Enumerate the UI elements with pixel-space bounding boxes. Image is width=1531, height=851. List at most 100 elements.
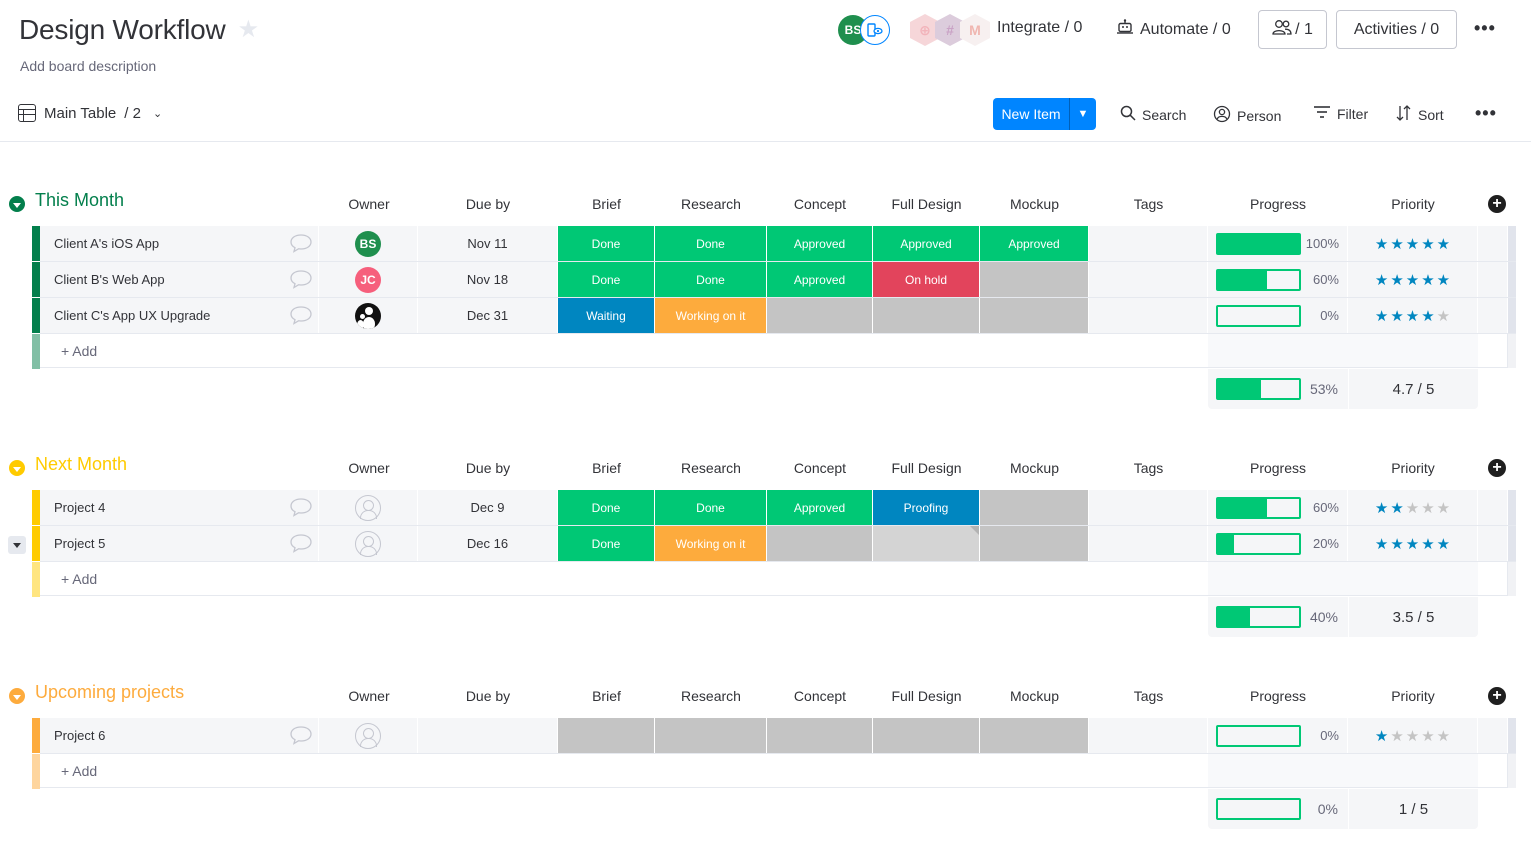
empty-person-icon[interactable] — [355, 494, 381, 521]
star-filled-icon[interactable]: ★ — [1437, 271, 1450, 289]
due-date-cell[interactable] — [418, 718, 558, 753]
item-name[interactable]: Project 5 — [54, 536, 105, 551]
empty-person-icon[interactable] — [355, 530, 381, 557]
item-name[interactable]: Client B's Web App — [54, 272, 165, 287]
comment-bubble-icon[interactable] — [289, 269, 313, 289]
status-brief[interactable]: Waiting — [558, 298, 655, 333]
comment-bubble-icon[interactable] — [289, 533, 313, 553]
group-collapse-toggle-icon[interactable] — [9, 196, 25, 212]
new-item-button[interactable]: New Item — [993, 98, 1070, 130]
board-title[interactable]: Design Workflow ★ — [19, 14, 259, 46]
column-header-brief[interactable]: Brief — [558, 688, 655, 704]
table-row[interactable]: Project 5 Dec 16 Done Working on it 20% ★ ★ ★ ★ ★ — [32, 526, 1516, 562]
search-button[interactable]: Search — [1120, 105, 1186, 124]
column-header-fulldesign[interactable]: Full Design — [873, 688, 980, 704]
column-header-mockup[interactable]: Mockup — [980, 688, 1089, 704]
status-mockup[interactable] — [980, 262, 1089, 297]
rating-stars[interactable]: ★ ★ ★ ★ ★ — [1375, 235, 1450, 253]
toolbar-more-menu-icon[interactable]: ••• — [1475, 103, 1497, 124]
sort-button[interactable]: Sort — [1396, 105, 1444, 124]
status-fulldesign[interactable]: Approved — [873, 226, 980, 261]
comment-bubble-icon[interactable] — [289, 305, 313, 325]
item-name-cell[interactable]: Project 5 — [40, 526, 319, 561]
comment-bubble-icon[interactable] — [289, 725, 313, 745]
tags-cell[interactable] — [1089, 226, 1208, 261]
owner-cell[interactable] — [319, 298, 418, 333]
board-description[interactable]: Add board description — [20, 58, 156, 74]
status-mockup[interactable]: Approved — [980, 226, 1089, 261]
owner-cell[interactable] — [319, 526, 418, 561]
priority-rating[interactable]: ★ ★ ★ ★ ★ — [1348, 526, 1478, 561]
status-research[interactable]: Working on it — [655, 526, 767, 561]
table-row[interactable]: Project 4 Dec 9 Done Done Approved Proofing 60… — [32, 490, 1516, 526]
group-title[interactable]: Next Month — [35, 454, 127, 475]
team-avatar-icon[interactable] — [355, 302, 381, 329]
add-item-input[interactable]: + Add — [40, 562, 1208, 596]
star-filled-icon[interactable]: ★ — [1375, 535, 1388, 553]
tags-cell[interactable] — [1089, 262, 1208, 297]
status-research[interactable]: Done — [655, 226, 767, 261]
due-date-cell[interactable]: Nov 18 — [418, 262, 558, 297]
add-item-row[interactable]: + Add — [32, 562, 1516, 597]
status-fulldesign[interactable] — [873, 718, 980, 753]
integrate-button[interactable]: Integrate / 0 — [997, 19, 1082, 37]
column-header-tags[interactable]: Tags — [1089, 196, 1208, 212]
rating-stars[interactable]: ★ ★ ★ ★ ★ — [1375, 499, 1450, 517]
add-item-row[interactable]: + Add — [32, 334, 1516, 369]
favorite-star-icon[interactable]: ★ — [238, 18, 260, 42]
status-research[interactable]: Working on it — [655, 298, 767, 333]
group-title[interactable]: This Month — [35, 190, 124, 211]
column-header-mockup[interactable]: Mockup — [980, 460, 1089, 476]
star-filled-icon[interactable]: ★ — [1390, 235, 1403, 253]
row-menu-chevron-icon[interactable] — [8, 536, 26, 554]
item-name-cell[interactable]: Project 6 — [40, 718, 319, 753]
status-research[interactable]: Done — [655, 490, 767, 525]
priority-rating[interactable]: ★ ★ ★ ★ ★ — [1348, 226, 1478, 261]
column-header-owner[interactable]: Owner — [338, 196, 400, 212]
star-empty-icon[interactable]: ★ — [1406, 499, 1419, 517]
status-mockup[interactable] — [980, 298, 1089, 333]
star-filled-icon[interactable]: ★ — [1375, 235, 1388, 253]
column-header-research[interactable]: Research — [655, 688, 767, 704]
star-empty-icon[interactable]: ★ — [1390, 727, 1403, 745]
rating-stars[interactable]: ★ ★ ★ ★ ★ — [1375, 307, 1450, 325]
star-filled-icon[interactable]: ★ — [1375, 499, 1388, 517]
priority-rating[interactable]: ★ ★ ★ ★ ★ — [1348, 262, 1478, 297]
star-empty-icon[interactable]: ★ — [1421, 499, 1434, 517]
star-filled-icon[interactable]: ★ — [1375, 271, 1388, 289]
group-title[interactable]: Upcoming projects — [35, 682, 184, 703]
owner-cell[interactable]: BS — [319, 226, 418, 261]
item-name[interactable]: Client A's iOS App — [54, 236, 159, 251]
star-filled-icon[interactable]: ★ — [1406, 535, 1419, 553]
empty-person-icon[interactable] — [355, 722, 381, 749]
column-header-brief[interactable]: Brief — [558, 460, 655, 476]
owner-avatar[interactable]: BS — [355, 230, 381, 257]
column-header-research[interactable]: Research — [655, 196, 767, 212]
due-date-cell[interactable]: Dec 16 — [418, 526, 558, 561]
guest-view-icon[interactable] — [860, 15, 890, 45]
status-mockup[interactable] — [980, 490, 1089, 525]
star-empty-icon[interactable]: ★ — [1421, 727, 1434, 745]
status-fulldesign[interactable] — [873, 526, 980, 561]
status-brief[interactable]: Done — [558, 490, 655, 525]
item-name[interactable]: Project 4 — [54, 500, 105, 515]
star-filled-icon[interactable]: ★ — [1437, 235, 1450, 253]
status-concept[interactable] — [767, 298, 873, 333]
comment-bubble-icon[interactable] — [289, 497, 313, 517]
star-filled-icon[interactable]: ★ — [1406, 307, 1419, 325]
activities-button[interactable]: Activities / 0 — [1336, 10, 1457, 49]
status-brief[interactable]: Done — [558, 226, 655, 261]
board-subscribers[interactable]: BS — [838, 15, 892, 45]
star-filled-icon[interactable]: ★ — [1421, 535, 1434, 553]
tags-cell[interactable] — [1089, 298, 1208, 333]
star-filled-icon[interactable]: ★ — [1375, 727, 1388, 745]
column-header-concept[interactable]: Concept — [767, 460, 873, 476]
new-item-button-group[interactable]: New Item ▼ — [993, 98, 1096, 130]
due-date-cell[interactable]: Dec 31 — [418, 298, 558, 333]
item-name[interactable]: Project 6 — [54, 728, 105, 743]
star-filled-icon[interactable]: ★ — [1390, 499, 1403, 517]
column-header-priority[interactable]: Priority — [1348, 460, 1478, 476]
star-empty-icon[interactable]: ★ — [1437, 307, 1450, 325]
tags-cell[interactable] — [1089, 526, 1208, 561]
owner-avatar[interactable]: JC — [355, 266, 381, 293]
